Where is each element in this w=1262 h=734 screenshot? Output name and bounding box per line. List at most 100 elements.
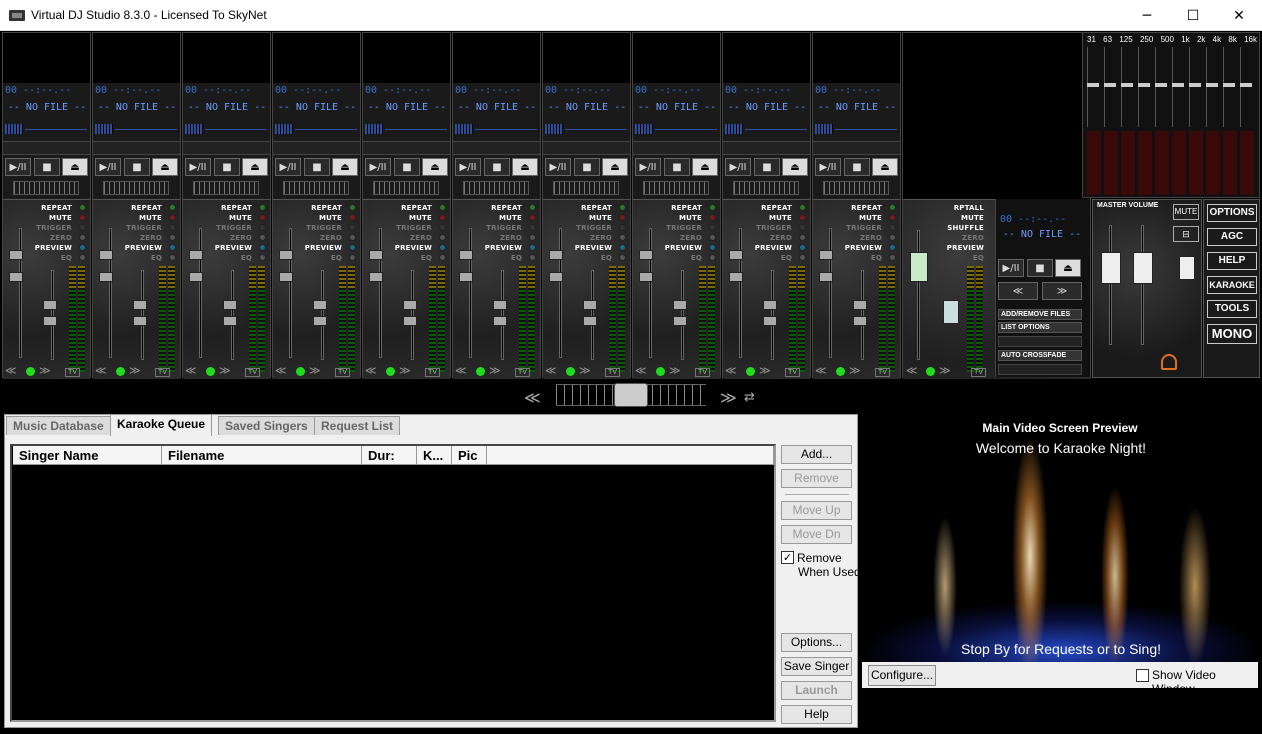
pitch-slider[interactable] (463, 181, 529, 195)
play-pause-button[interactable]: ▶/II (365, 158, 391, 176)
trigger-toggle[interactable]: TRIGGER (306, 224, 342, 232)
mute-toggle[interactable]: MUTE (409, 214, 432, 222)
pitch-fader-knob[interactable] (583, 300, 597, 310)
trigger-toggle[interactable]: TRIGGER (846, 224, 882, 232)
pitch-fader-knob[interactable] (403, 300, 417, 310)
col-filename[interactable]: Filename (162, 446, 362, 465)
pitch-fader-knob[interactable] (313, 300, 327, 310)
show-video-window-checkbox[interactable] (1136, 669, 1149, 682)
deck-seek-strip[interactable] (93, 141, 180, 155)
volume-fader-knob[interactable] (9, 250, 23, 260)
deck-11-eject-button[interactable]: ⏏ (1055, 259, 1081, 277)
save-singer-button[interactable]: Save Singer (781, 657, 852, 676)
remove-when-used-checkbox[interactable]: ✓ (781, 551, 794, 564)
zero-toggle[interactable]: ZERO (590, 234, 612, 242)
volume-fader-knob[interactable] (459, 250, 473, 260)
pitch-slider[interactable] (13, 181, 79, 195)
eq-toggle[interactable]: EQ (781, 254, 792, 262)
maximize-button[interactable]: ☐ (1170, 0, 1216, 31)
pitch-fader-knob[interactable] (853, 300, 867, 310)
seek-back-button[interactable]: ≪ (815, 364, 827, 377)
repeat-toggle[interactable]: REPEAT (761, 204, 792, 212)
volume-fader-knob[interactable] (819, 250, 833, 260)
configure-button[interactable]: Configure... (868, 665, 936, 686)
link-icon[interactable]: ⊟ (1173, 226, 1199, 242)
play-pause-button[interactable]: ▶/II (545, 158, 571, 176)
col-duration[interactable]: Dur: (362, 446, 417, 465)
pitch-fader-knob-2[interactable] (763, 316, 777, 326)
pitch-fader-knob-2[interactable] (313, 316, 327, 326)
deck-seek-strip[interactable] (273, 141, 360, 155)
col-pic[interactable]: Pic (452, 446, 487, 465)
pitch-fader-knob-2[interactable] (493, 316, 507, 326)
play-pause-button[interactable]: ▶/II (725, 158, 751, 176)
next-track-button[interactable]: ≫ (1042, 282, 1082, 300)
karaoke-button[interactable]: KARAOKE (1207, 276, 1257, 294)
tv-toggle[interactable]: TV (785, 368, 800, 377)
zero-toggle[interactable]: ZERO (680, 234, 702, 242)
stop-button[interactable]: ■ (844, 158, 870, 176)
pitch-fader-knob[interactable] (763, 300, 777, 310)
trigger-toggle[interactable]: TRIGGER (216, 224, 252, 232)
mute-toggle[interactable]: MUTE (859, 214, 882, 222)
eq-toggle[interactable]: EQ (601, 254, 612, 262)
trigger-toggle[interactable]: TRIGGER (36, 224, 72, 232)
mute-toggle[interactable]: MUTE (589, 214, 612, 222)
balance-fader[interactable] (1179, 256, 1195, 280)
tv-toggle[interactable]: TV (245, 368, 260, 377)
pitch-fader-knob-2[interactable] (223, 316, 237, 326)
tv-toggle[interactable]: TV (155, 368, 170, 377)
gain-knob[interactable] (189, 272, 203, 282)
seek-forward-button[interactable]: ≫ (759, 364, 771, 377)
volume-fader-knob[interactable] (279, 250, 293, 260)
zero-toggle[interactable]: ZERO (860, 234, 882, 242)
repeat-toggle[interactable]: REPEAT (131, 204, 162, 212)
zero-toggle[interactable]: ZERO (50, 234, 72, 242)
volume-fader-knob[interactable] (189, 250, 203, 260)
pitch-fader-knob-2[interactable] (583, 316, 597, 326)
volume-fader-knob[interactable] (729, 250, 743, 260)
deck-seek-strip[interactable] (633, 141, 720, 155)
eq-toggle[interactable]: EQ (61, 254, 72, 262)
tv-toggle[interactable]: TV (425, 368, 440, 377)
master-mute-button[interactable]: MUTE (1173, 204, 1199, 220)
stop-button[interactable]: ■ (34, 158, 60, 176)
master-left-fader[interactable] (1101, 252, 1121, 284)
tv-toggle[interactable]: TV (605, 368, 620, 377)
mute-toggle[interactable]: MUTE (229, 214, 252, 222)
eq-slider-knobs[interactable] (1087, 83, 1257, 87)
deck-seek-strip[interactable] (363, 141, 450, 155)
tv-toggle[interactable]: TV (875, 368, 890, 377)
close-button[interactable]: ✕ (1216, 0, 1262, 31)
eject-button[interactable]: ⏏ (62, 158, 88, 176)
tab-karaoke-queue[interactable]: Karaoke Queue (110, 414, 213, 436)
play-pause-button[interactable]: ▶/II (455, 158, 481, 176)
pitch-fader-knob-2[interactable] (673, 316, 687, 326)
volume-fader-knob[interactable] (369, 250, 383, 260)
play-pause-button[interactable]: ▶/II (275, 158, 301, 176)
eq-toggle[interactable]: EQ (973, 254, 984, 262)
eq-sliders[interactable] (1087, 47, 1257, 127)
pitch-fader-knob-2[interactable] (133, 316, 147, 326)
gain-knob[interactable] (819, 272, 833, 282)
eject-button[interactable]: ⏏ (242, 158, 268, 176)
add-button[interactable]: Add... (781, 445, 852, 464)
pitch-slider[interactable] (553, 181, 619, 195)
seek-forward-button[interactable]: ≫ (129, 364, 141, 377)
remove-button[interactable]: Remove (781, 469, 852, 488)
eq-toggle[interactable]: EQ (331, 254, 342, 262)
repeat-toggle[interactable]: REPEAT (401, 204, 432, 212)
zero-toggle[interactable]: ZERO (410, 234, 432, 242)
pitch-fader-knob-2[interactable] (43, 316, 57, 326)
gain-knob[interactable] (459, 272, 473, 282)
seek-back-button[interactable]: ≪ (635, 364, 647, 377)
stop-button[interactable]: ■ (394, 158, 420, 176)
deck-seek-strip[interactable] (723, 141, 810, 155)
mute-toggle[interactable]: MUTE (679, 214, 702, 222)
stop-button[interactable]: ■ (484, 158, 510, 176)
tv-toggle[interactable]: TV (335, 368, 350, 377)
minimize-button[interactable]: ─ (1124, 0, 1170, 31)
repeat-toggle[interactable]: REPEAT (851, 204, 882, 212)
seek-back-button[interactable]: ≪ (5, 364, 17, 377)
pitch-fader-knob[interactable] (673, 300, 687, 310)
